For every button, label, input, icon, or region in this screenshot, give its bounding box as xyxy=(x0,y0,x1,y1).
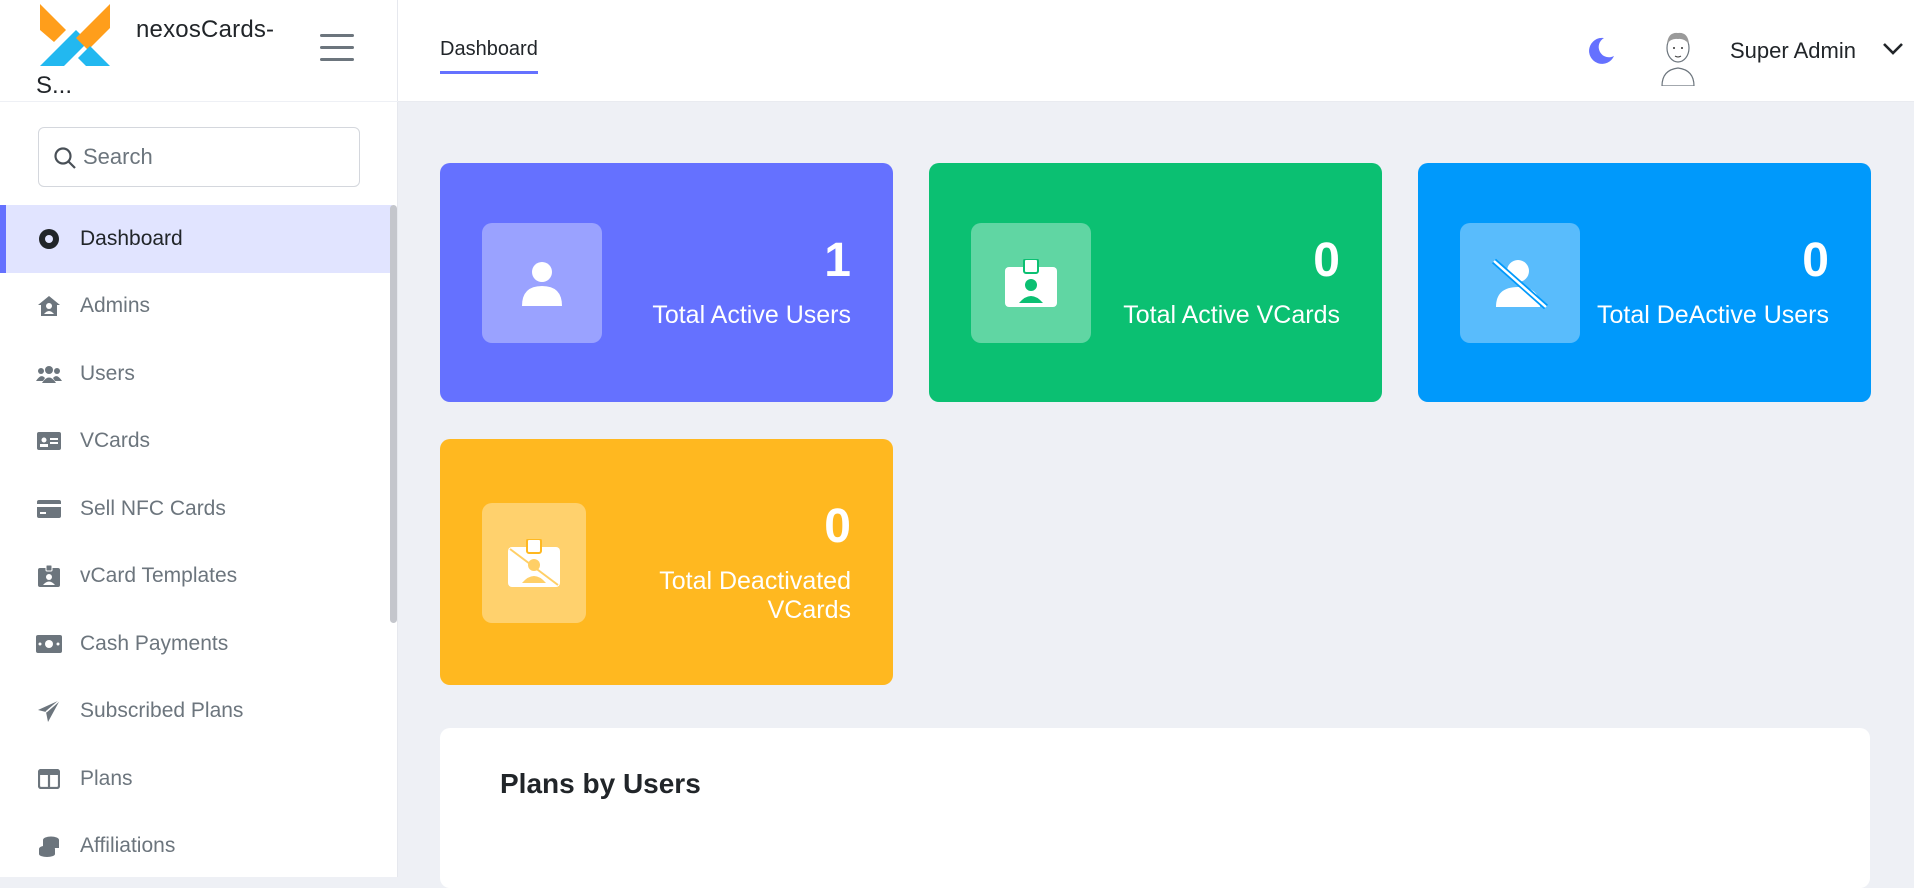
plans-by-users-panel: Plans by Users xyxy=(440,728,1870,888)
logo-icon xyxy=(40,4,110,66)
brand-name: nexosCards- xyxy=(136,16,275,43)
stat-label: Total Active VCards xyxy=(1123,301,1340,329)
user-icon xyxy=(482,223,602,343)
money-bill-icon xyxy=(36,631,62,657)
id-badge-icon xyxy=(971,223,1091,343)
sidebar-item-admins[interactable]: Admins xyxy=(0,273,392,341)
id-card-icon xyxy=(36,428,62,454)
sidebar-item-label: Dashboard xyxy=(80,226,183,250)
sidebar-item-affiliations[interactable]: Affiliations xyxy=(0,813,392,881)
sidebar-item-sell-nfc-cards[interactable]: Sell NFC Cards xyxy=(0,475,392,543)
menu-toggle-button[interactable] xyxy=(320,34,354,64)
moon-icon[interactable] xyxy=(1586,36,1616,66)
stat-value: 0 xyxy=(1313,234,1340,287)
user-shield-icon xyxy=(36,293,62,319)
sidebar-item-users[interactable]: Users xyxy=(0,340,392,408)
tab-dashboard[interactable]: Dashboard xyxy=(440,38,538,74)
stat-label: Total Active Users xyxy=(652,301,851,329)
stat-card-deactivated-vcards[interactable]: 0 Total Deactivated VCards xyxy=(440,439,893,685)
user-name[interactable]: Super Admin xyxy=(1730,38,1856,64)
sidebar-item-label: Affiliations xyxy=(80,834,176,858)
sidebar-item-vcard-templates[interactable]: vCard Templates xyxy=(0,543,392,611)
sidebar-scrollbar[interactable] xyxy=(390,205,397,623)
top-header: Dashboard Super Admin xyxy=(398,0,1914,102)
stat-value: 1 xyxy=(824,234,851,287)
stat-value: 0 xyxy=(824,500,851,553)
id-badge-icon xyxy=(36,563,62,589)
hamburger-icon xyxy=(320,34,354,37)
hamburger-line xyxy=(320,58,354,61)
sidebar-item-label: Sell NFC Cards xyxy=(80,496,226,520)
id-badge-slash-icon xyxy=(482,503,586,623)
sidebar-menu: Dashboard Admins Users VCards Sell NFC C… xyxy=(0,205,392,880)
sidebar-item-vcards[interactable]: VCards xyxy=(0,408,392,476)
sidebar-item-plans[interactable]: Plans xyxy=(0,745,392,813)
sidebar-item-cash-payments[interactable]: Cash Payments xyxy=(0,610,392,678)
sidebar-item-label: Plans xyxy=(80,766,133,790)
stat-value: 0 xyxy=(1802,234,1829,287)
users-icon xyxy=(36,361,62,387)
search-input[interactable] xyxy=(83,138,343,176)
brand: nexosCards- S... xyxy=(0,0,398,102)
sidebar-item-dashboard[interactable]: Dashboard xyxy=(0,205,392,273)
chevron-down-icon[interactable] xyxy=(1882,42,1904,56)
brand-name-overflow: S... xyxy=(36,72,73,99)
sidebar-item-label: Cash Payments xyxy=(80,631,229,655)
stat-card-deactive-users[interactable]: 0 Total DeActive Users xyxy=(1418,163,1871,402)
panel-title: Plans by Users xyxy=(500,768,701,799)
dashboard-dot-icon xyxy=(36,226,62,252)
stat-label: Total Deactivated VCards xyxy=(659,567,851,624)
hamburger-line xyxy=(320,46,354,49)
credit-card-icon xyxy=(36,496,62,522)
stat-card-active-users[interactable]: 1 Total Active Users xyxy=(440,163,893,402)
stat-card-active-vcards[interactable]: 0 Total Active VCards xyxy=(929,163,1382,402)
stat-label: Total DeActive Users xyxy=(1596,301,1829,329)
avatar[interactable] xyxy=(1654,26,1702,86)
search-icon xyxy=(54,147,76,169)
table-columns-icon xyxy=(36,766,62,792)
search-box xyxy=(38,127,360,187)
sidebar-item-label: VCards xyxy=(80,429,151,453)
user-slash-icon xyxy=(1460,223,1580,343)
paper-plane-icon xyxy=(36,698,62,724)
sidebar-item-label: Admins xyxy=(80,294,151,318)
sidebar-item-label: Users xyxy=(80,361,135,385)
coins-icon xyxy=(36,833,62,859)
sidebar: nexosCards- S... Dashboard Admins Users … xyxy=(0,0,398,877)
sidebar-item-label: Subscribed Plans xyxy=(80,699,244,723)
sidebar-item-label: vCard Templates xyxy=(80,564,238,588)
sidebar-item-subscribed-plans[interactable]: Subscribed Plans xyxy=(0,678,392,746)
